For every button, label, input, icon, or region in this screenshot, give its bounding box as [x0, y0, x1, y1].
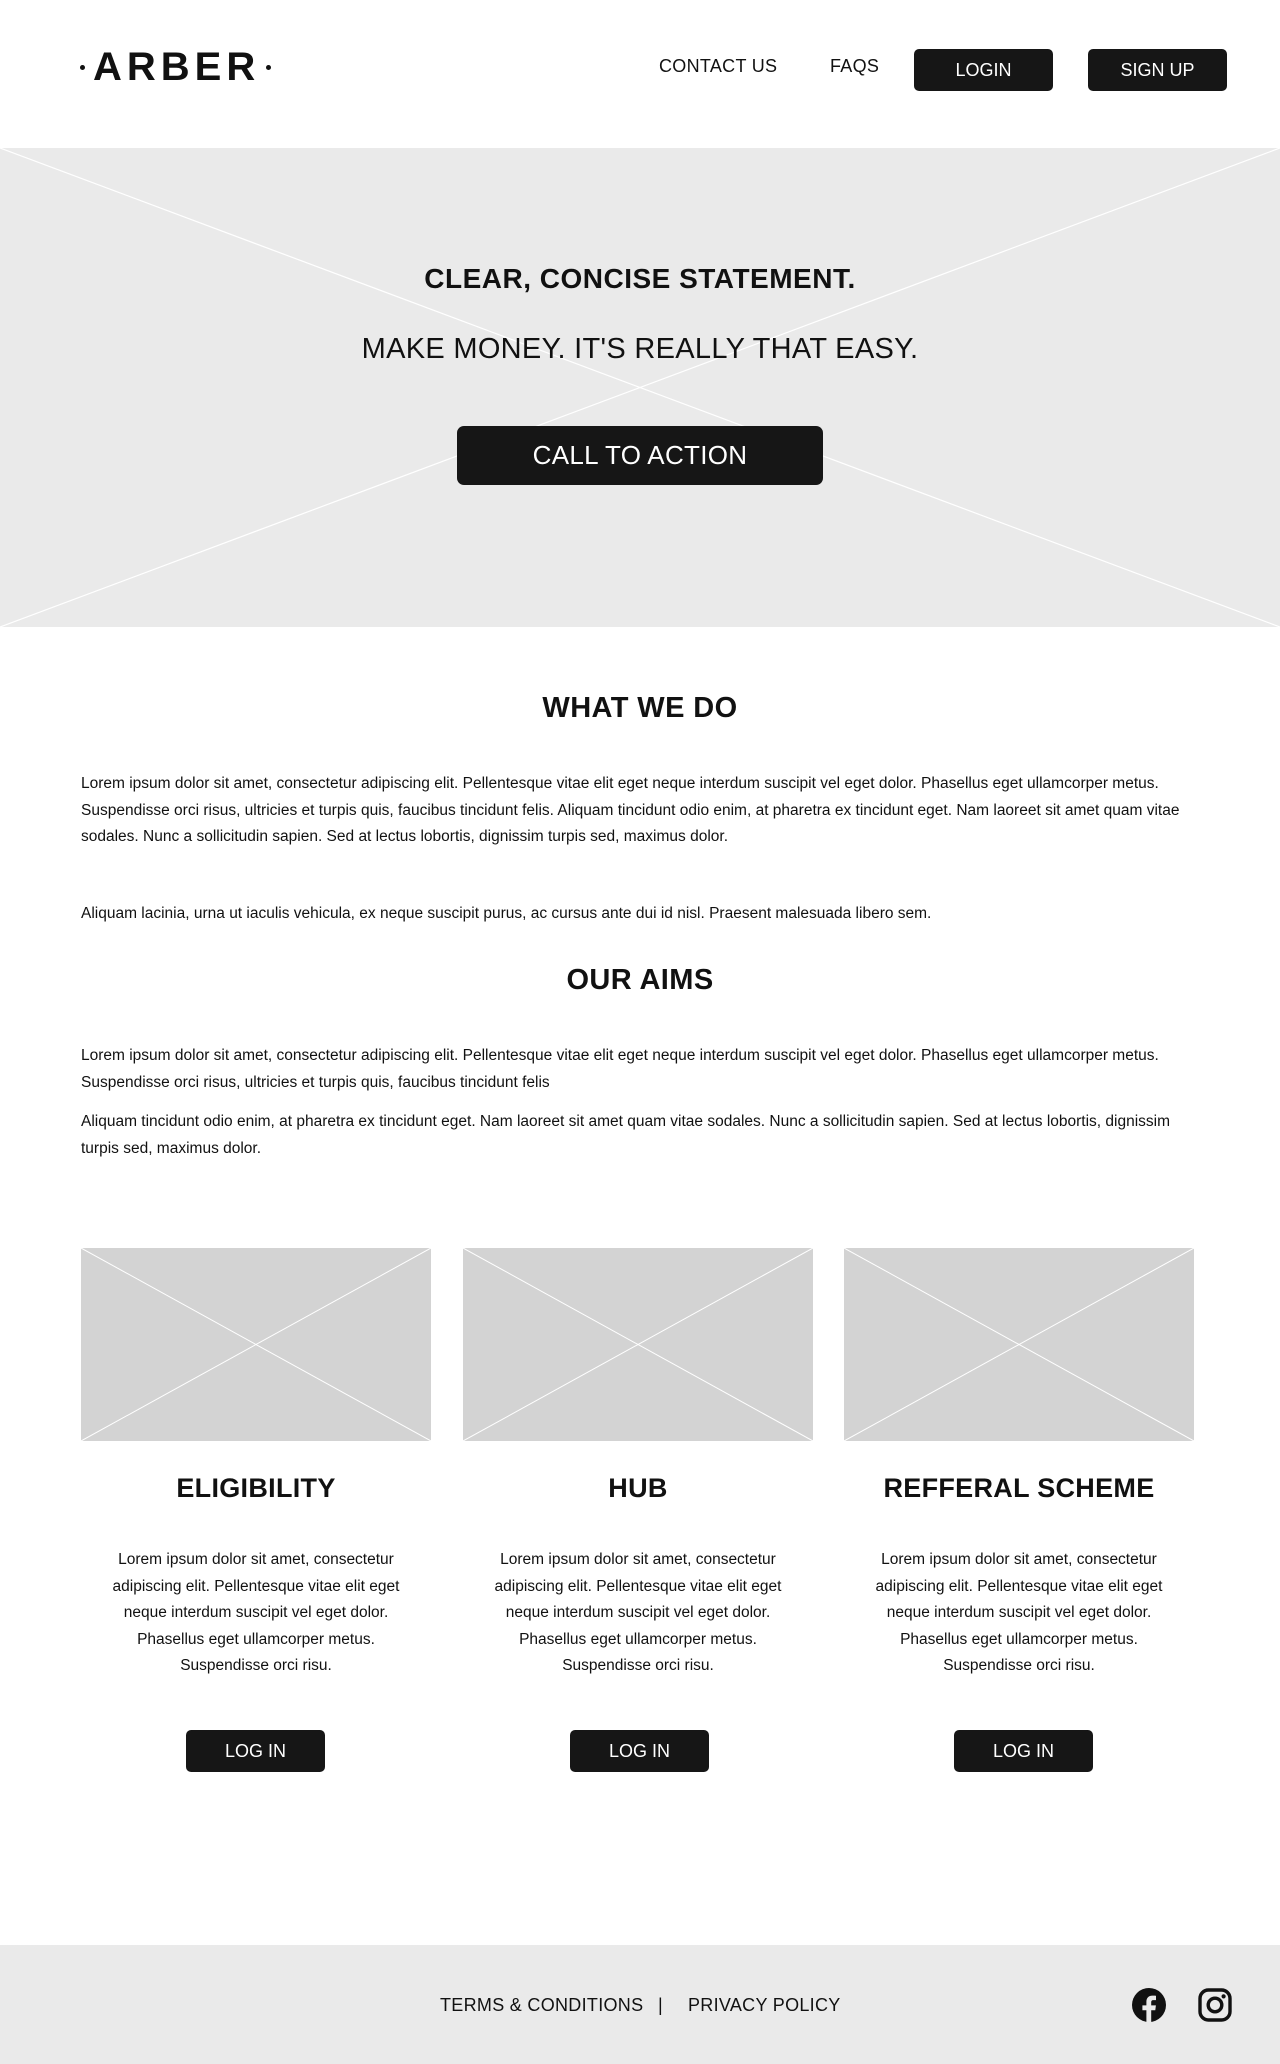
- footer-separator: |: [658, 1995, 663, 2015]
- eligibility-card-title: ELIGIBILITY: [176, 1473, 336, 1503]
- hero-subtitle: MAKE MONEY. IT'S REALLY THAT EASY.: [361, 333, 919, 365]
- facebook-icon[interactable]: [1131, 1987, 1167, 2023]
- eligibility-card-text: Lorem ipsum dolor sit amet, consectetur …: [112, 1551, 400, 1674]
- hero-title: CLEAR, CONCISE STATEMENT.: [424, 263, 856, 294]
- login-button[interactable]: LOGIN: [914, 49, 1053, 91]
- nav-contact-us[interactable]: CONTACT US: [659, 56, 777, 77]
- terms-conditions-link[interactable]: TERMS & CONDITIONS: [440, 1995, 643, 2016]
- logo-dot-left: [80, 64, 85, 70]
- logo[interactable]: ARBER: [80, 45, 272, 89]
- referral-scheme-image-placeholder: [844, 1248, 1194, 1441]
- referral-scheme-login-button[interactable]: LOG IN: [954, 1730, 1093, 1772]
- hub-card-title: HUB: [608, 1473, 668, 1503]
- instagram-icon[interactable]: [1197, 1987, 1233, 2023]
- eligibility-login-button[interactable]: LOG IN: [186, 1730, 325, 1772]
- hub-card-text: Lorem ipsum dolor sit amet, consectetur …: [494, 1551, 782, 1674]
- site-footer: TERMS & CONDITIONS | PRIVACY POLICY: [0, 1945, 1280, 2064]
- our-aims-title: OUR AIMS: [566, 964, 714, 996]
- logo-text: ARBER: [93, 45, 261, 89]
- hero-image-placeholder: [0, 148, 1280, 627]
- hub-image-placeholder: [463, 1248, 813, 1441]
- our-aims-paragraph: Lorem ipsum dolor sit amet, consectetur …: [81, 1047, 1159, 1091]
- referral-scheme-card-title: REFFERAL SCHEME: [883, 1473, 1155, 1503]
- site-header: ARBER CONTACT US FAQS LOGIN SIGN UP: [0, 0, 1280, 148]
- what-we-do-paragraph: Lorem ipsum dolor sit amet, consectetur …: [81, 775, 1180, 845]
- referral-scheme-card-text: Lorem ipsum dolor sit amet, consectetur …: [875, 1551, 1163, 1674]
- privacy-policy-link[interactable]: PRIVACY POLICY: [688, 1995, 841, 2016]
- what-we-do-title: WHAT WE DO: [542, 692, 738, 724]
- nav-faqs[interactable]: FAQS: [830, 56, 879, 77]
- what-we-do-paragraph: Aliquam lacinia, urna ut iaculis vehicul…: [81, 905, 932, 922]
- signup-button[interactable]: SIGN UP: [1088, 49, 1227, 91]
- call-to-action-button[interactable]: CALL TO ACTION: [457, 426, 823, 485]
- hero-section: CLEAR, CONCISE STATEMENT. MAKE MONEY. IT…: [0, 148, 1280, 627]
- logo-dot-right: [266, 64, 272, 70]
- hub-login-button[interactable]: LOG IN: [570, 1730, 709, 1772]
- eligibility-image-placeholder: [81, 1248, 431, 1441]
- our-aims-paragraph: Aliquam tincidunt odio enim, at pharetra…: [81, 1113, 1171, 1157]
